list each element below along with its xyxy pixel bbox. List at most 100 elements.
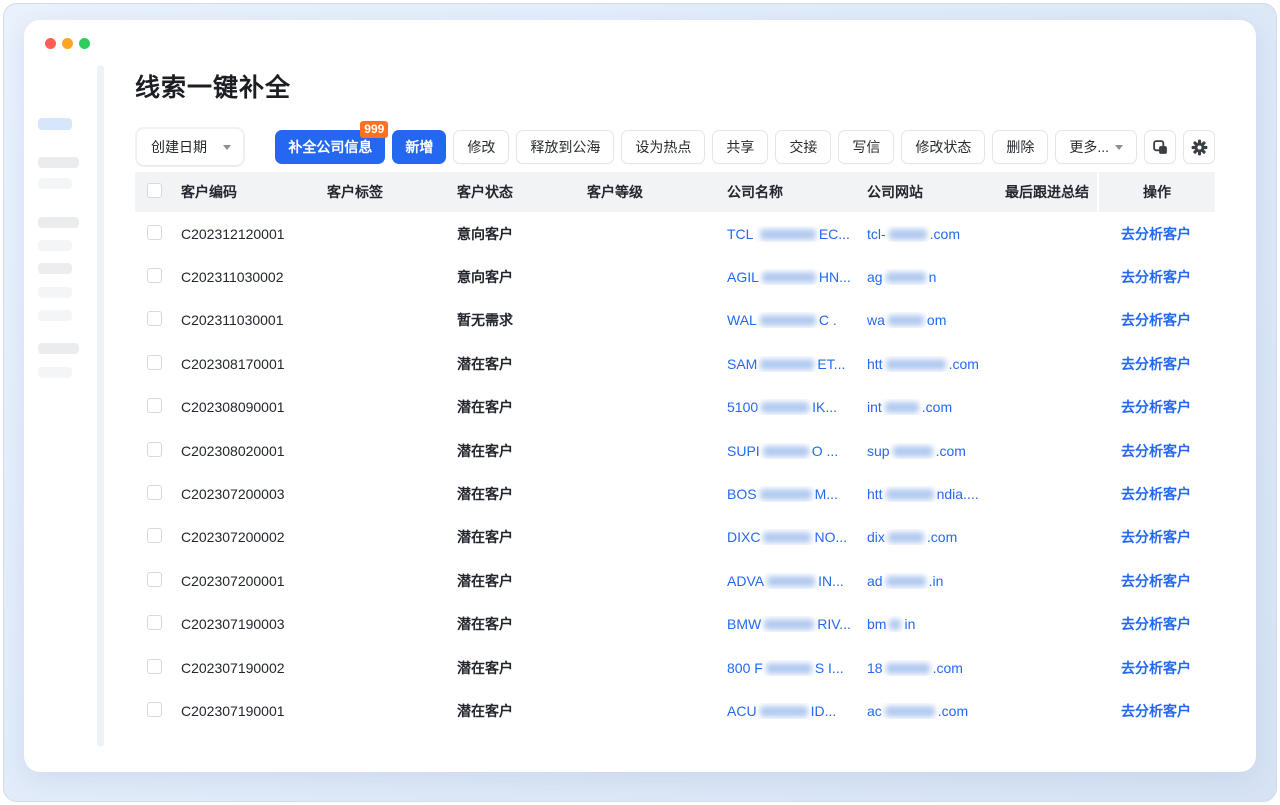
company-name-link[interactable]: DIXCNO... — [727, 529, 847, 545]
website-visible: .com — [927, 529, 957, 545]
company-website-link[interactable]: agn — [867, 269, 936, 285]
more-button[interactable]: 更多... — [1055, 130, 1137, 164]
company-name-link[interactable]: BOSM... — [727, 486, 838, 502]
customer-code: C202307200001 — [181, 573, 327, 589]
company-website-link[interactable]: 18.com — [867, 660, 963, 676]
row-checkbox[interactable] — [147, 702, 162, 717]
company-name-link[interactable]: BMWRIV... — [727, 616, 851, 632]
row-checkbox[interactable] — [147, 398, 162, 413]
analyze-customer-link[interactable]: 去分析客户 — [1121, 443, 1191, 459]
sidebar-item[interactable] — [38, 157, 79, 168]
create-date-dropdown[interactable]: 创建日期 — [137, 129, 243, 165]
analyze-customer-link[interactable]: 去分析客户 — [1121, 226, 1191, 242]
table-header-row: 客户编码客户标签客户状态客户等级公司名称公司网站最后跟进总结操作 — [135, 172, 1215, 212]
release-to-public-pool-button[interactable]: 释放到公海 — [516, 130, 614, 164]
change-status-button[interactable]: 修改状态 — [901, 130, 985, 164]
analyze-customer-link[interactable]: 去分析客户 — [1121, 616, 1191, 632]
analyze-customer-link[interactable]: 去分析客户 — [1121, 356, 1191, 372]
customer-code: C202307190002 — [181, 660, 327, 676]
modify-button[interactable]: 修改 — [453, 130, 509, 164]
sidebar-item[interactable] — [38, 287, 72, 298]
row-checkbox[interactable] — [147, 485, 162, 500]
company-website-link[interactable]: htt.com — [867, 356, 979, 372]
company-name-link[interactable]: SAMET... — [727, 356, 845, 372]
redacted-text — [766, 663, 812, 674]
sync-button[interactable] — [1144, 130, 1176, 164]
add-button[interactable]: 新增 — [392, 130, 446, 164]
sidebar — [24, 20, 124, 772]
website-visible: .in — [929, 573, 944, 589]
row-checkbox[interactable] — [147, 311, 162, 326]
company-website-link[interactable]: sup.com — [867, 443, 966, 459]
analyze-customer-link[interactable]: 去分析客户 — [1121, 529, 1191, 545]
sidebar-item[interactable] — [38, 263, 72, 274]
company-website-link[interactable]: int.com — [867, 399, 952, 415]
column-header: 客户标签 — [327, 182, 457, 202]
share-button[interactable]: 共享 — [712, 130, 768, 164]
company-website-link[interactable]: waom — [867, 312, 946, 328]
row-checkbox[interactable] — [147, 528, 162, 543]
delete-button[interactable]: 删除 — [992, 130, 1048, 164]
leads-table: 客户编码客户标签客户状态客户等级公司名称公司网站最后跟进总结操作 C202312… — [135, 172, 1215, 733]
sidebar-item[interactable] — [38, 367, 72, 378]
company-name-link[interactable]: 800 FS I... — [727, 660, 844, 676]
company-name-visible: NO... — [814, 529, 847, 545]
company-name-link[interactable]: ACUID... — [727, 703, 836, 719]
redacted-text — [888, 315, 924, 326]
company-website-link[interactable]: httndia.... — [867, 486, 979, 502]
row-checkbox[interactable] — [147, 659, 162, 674]
customer-code: C202312120001 — [181, 226, 327, 242]
column-header: 公司名称 — [727, 182, 867, 202]
website-visible: ac — [867, 703, 882, 719]
select-all-checkbox[interactable] — [147, 183, 162, 198]
analyze-customer-link[interactable]: 去分析客户 — [1121, 660, 1191, 676]
sidebar-item[interactable] — [38, 343, 79, 354]
sidebar-item-active[interactable] — [38, 118, 72, 130]
company-name-link[interactable]: WALC . — [727, 312, 837, 328]
app-window: 线索一键补全 创建日期 补全公司信息 999 新增 修改释放到公海设为热点共享交… — [24, 20, 1256, 772]
company-name-visible: SUPI — [727, 443, 760, 459]
company-name-link[interactable]: SUPIO ... — [727, 443, 838, 459]
sidebar-item[interactable] — [38, 178, 72, 189]
company-name-link[interactable]: ADVAIN... — [727, 573, 844, 589]
row-checkbox[interactable] — [147, 225, 162, 240]
analyze-customer-link[interactable]: 去分析客户 — [1121, 573, 1191, 589]
company-website-link[interactable]: ad.in — [867, 573, 943, 589]
row-checkbox[interactable] — [147, 572, 162, 587]
row-checkbox[interactable] — [147, 615, 162, 630]
complete-company-info-button[interactable]: 补全公司信息 999 — [275, 130, 385, 164]
sidebar-item[interactable] — [38, 217, 79, 228]
analyze-customer-link[interactable]: 去分析客户 — [1121, 399, 1191, 415]
website-visible: .com — [936, 443, 966, 459]
row-checkbox[interactable] — [147, 268, 162, 283]
analyze-customer-link[interactable]: 去分析客户 — [1121, 269, 1191, 285]
analyze-customer-link[interactable]: 去分析客户 — [1121, 486, 1191, 502]
company-name-visible: C . — [819, 312, 837, 328]
redacted-text — [761, 402, 809, 413]
website-visible: om — [927, 312, 946, 328]
analyze-customer-link[interactable]: 去分析客户 — [1121, 703, 1191, 719]
sidebar-item[interactable] — [38, 310, 72, 321]
write-email-button[interactable]: 写信 — [838, 130, 894, 164]
row-checkbox[interactable] — [147, 355, 162, 370]
row-checkbox[interactable] — [147, 442, 162, 457]
redacted-text — [763, 446, 809, 457]
company-website-link[interactable]: dix.com — [867, 529, 957, 545]
company-name-visible: EC... — [819, 226, 850, 242]
company-name-link[interactable]: AGILHN... — [727, 269, 851, 285]
redacted-text — [760, 229, 816, 240]
settings-button[interactable] — [1183, 130, 1215, 164]
company-website-link[interactable]: bmin — [867, 616, 915, 632]
handover-button[interactable]: 交接 — [775, 130, 831, 164]
column-header: 客户状态 — [457, 182, 587, 202]
company-name-link[interactable]: 5100IK... — [727, 399, 837, 415]
column-header: 客户编码 — [181, 182, 327, 202]
company-name-link[interactable]: TCL EC... — [727, 226, 850, 242]
button-label: 共享 — [726, 137, 754, 157]
analyze-customer-link[interactable]: 去分析客户 — [1121, 312, 1191, 328]
company-website-link[interactable]: tcl-.com — [867, 226, 960, 242]
company-website-link[interactable]: ac.com — [867, 703, 968, 719]
sidebar-item[interactable] — [38, 240, 72, 251]
company-name-visible: SAM — [727, 356, 757, 372]
set-hot-button[interactable]: 设为热点 — [621, 130, 705, 164]
